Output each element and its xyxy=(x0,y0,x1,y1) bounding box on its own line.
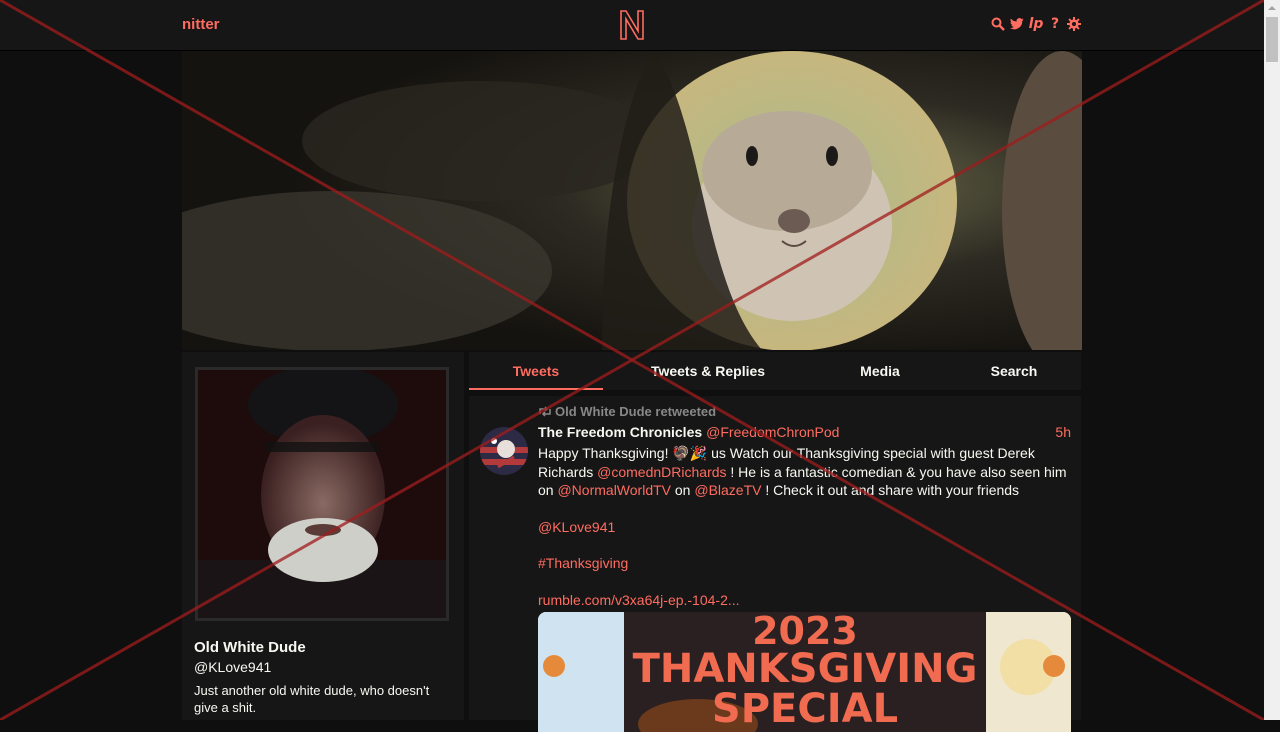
tweet-author-fullname[interactable]: The Freedom Chronicles xyxy=(538,424,702,440)
tweet-avatar-image xyxy=(480,427,528,475)
tweet-header: The Freedom Chronicles @FreedomChronPod 5… xyxy=(538,424,1071,440)
tweet-avatar[interactable] xyxy=(480,427,528,475)
tab-media[interactable]: Media xyxy=(813,352,947,390)
timeline: Old White Dude retweeted The Freedom Chr… xyxy=(469,396,1081,732)
nitter-logo[interactable] xyxy=(618,9,646,41)
tab-tweets-and-replies[interactable]: Tweets & Replies xyxy=(603,352,813,390)
mention-link[interactable]: @NormalWorldTV xyxy=(557,482,671,498)
profile-tabs: Tweets Tweets & Replies Media Search xyxy=(469,352,1081,390)
profile-username[interactable]: @KLove941 xyxy=(194,659,271,675)
mention-link[interactable]: @comednDRichards xyxy=(597,464,726,480)
scrollbar-track[interactable] xyxy=(1264,0,1280,720)
tweet-date[interactable]: 5h xyxy=(1055,424,1071,440)
scroll-up-arrow[interactable] xyxy=(1264,0,1280,16)
profile-fullname[interactable]: Old White Dude xyxy=(194,639,306,656)
card-title-line2: SPECIAL xyxy=(712,686,898,732)
settings-gear-icon[interactable] xyxy=(1067,16,1081,32)
retweet-header-text[interactable]: Old White Dude retweeted xyxy=(555,404,716,419)
profile-avatar[interactable] xyxy=(195,367,449,621)
nitter-home-link[interactable]: nitter xyxy=(182,16,220,33)
tab-tweets[interactable]: Tweets xyxy=(469,352,603,390)
tab-search[interactable]: Search xyxy=(947,352,1081,390)
tweet-text: ! Check it out and share with your frien… xyxy=(761,482,1020,498)
mention-link[interactable]: @BlazeTV xyxy=(694,482,761,498)
nav-icons: lp ? xyxy=(991,16,1081,32)
hashtag-link[interactable]: #Thanksgiving xyxy=(538,555,628,571)
profile-avatar-photo xyxy=(198,370,446,618)
banner-rabbit-image xyxy=(182,51,1082,350)
mention-link[interactable]: @KLove941 xyxy=(538,519,615,535)
profile-card: Old White Dude @KLove941 Just another ol… xyxy=(182,352,464,720)
tweet-card-image[interactable]: 2023 THANKSGIVING SPECIAL xyxy=(538,612,1071,732)
thanksgiving-special-image: 2023 THANKSGIVING SPECIAL xyxy=(538,612,1071,732)
scrollbar-thumb[interactable] xyxy=(1266,17,1278,62)
retweet-icon xyxy=(539,406,551,417)
search-icon[interactable] xyxy=(991,16,1005,32)
profile-banner[interactable] xyxy=(182,51,1082,350)
profile-bio: Just another old white dude, who doesn't… xyxy=(194,683,430,715)
external-link[interactable]: rumble.com/v3xa64j-ep.-104-2... xyxy=(538,592,740,608)
nitter-logo-icon xyxy=(620,10,644,40)
twitter-bird-icon[interactable] xyxy=(1010,16,1024,32)
tweet-author-username[interactable]: @FreedomChronPod xyxy=(706,424,839,440)
help-icon[interactable]: ? xyxy=(1048,16,1062,32)
navbar: nitter lp ? xyxy=(0,0,1264,51)
retweet-header: Old White Dude retweeted xyxy=(538,404,716,419)
tweet-text: on xyxy=(671,482,695,498)
tweet-content: Happy Thanksgiving! 🦃🎉 us Watch our Than… xyxy=(538,444,1074,609)
liberapay-icon[interactable]: lp xyxy=(1029,16,1044,32)
